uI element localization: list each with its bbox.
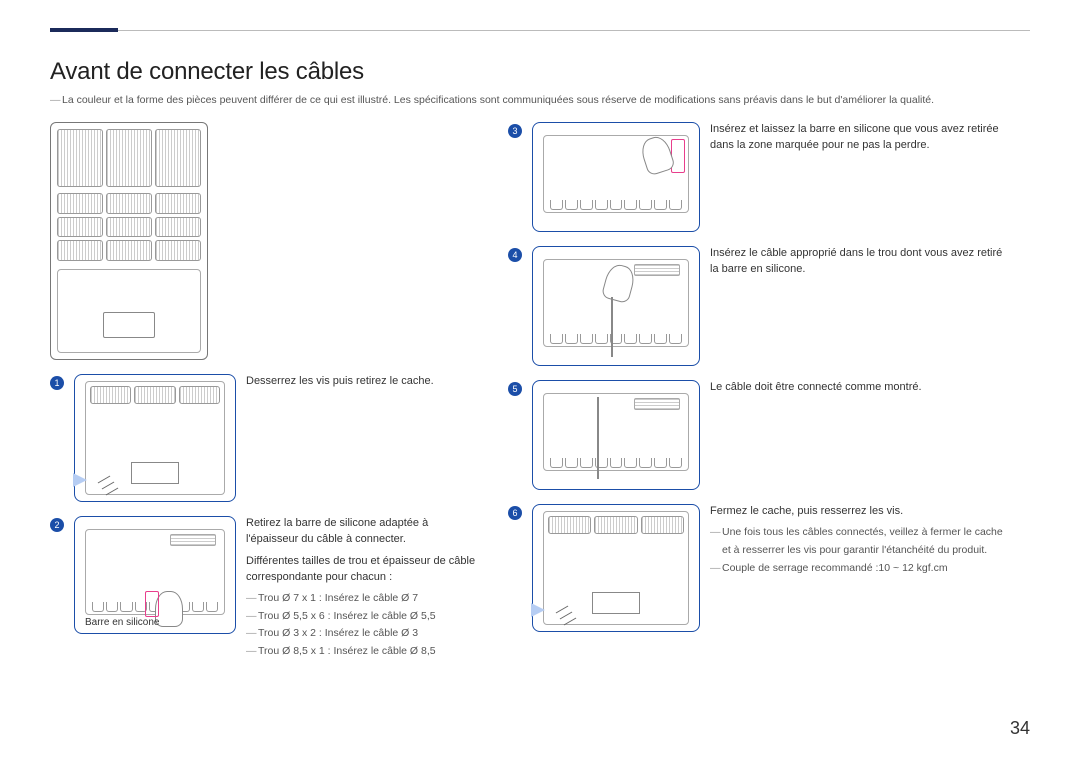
column-right: 3 Insérez et laissez la barre en silicon…: [508, 122, 1008, 675]
intro-note: La couleur et la forme des pièces peuven…: [50, 94, 1030, 106]
note-item: Couple de serrage recommandé :10 ~ 12 kg…: [722, 560, 1008, 578]
screws-icon: [97, 475, 131, 499]
step-5-text: Le câble doit être connecté comme montré…: [710, 380, 922, 396]
step-2-figure: Barre en silicone: [74, 516, 236, 634]
step-1-text: Desserrez les vis puis retirez le cache.: [246, 374, 434, 390]
arrow-icon: [531, 603, 545, 617]
step-2-hole-list: Trou Ø 7 x 1 : Insérez le câble Ø 7 Trou…: [246, 590, 480, 661]
header-rule: [50, 28, 1030, 32]
lower-panel: [57, 269, 201, 353]
highlight-silicone: [145, 591, 159, 617]
silicone-label: Barre en silicone: [85, 617, 159, 628]
column-left: 1 Desserrez les vis puis retirez le cach…: [50, 122, 480, 675]
content-columns: 1 Desserrez les vis puis retirez le cach…: [50, 122, 1030, 675]
step-1: 1 Desserrez les vis puis retirez le cach…: [50, 374, 480, 502]
step-2-line1: Retirez la barre de silicone adaptée à l…: [246, 516, 480, 548]
step-3: 3 Insérez et laissez la barre en silicon…: [508, 122, 1008, 232]
cable-icon: [611, 297, 613, 357]
step-badge-3: 3: [508, 124, 522, 138]
step-4-text: Insérez le câble approprié dans le trou …: [710, 246, 1008, 278]
vent-grid-mid: [57, 193, 201, 261]
step-badge-6: 6: [508, 506, 522, 520]
page-title: Avant de connecter les câbles: [50, 58, 1030, 86]
step-5: 5 Le câble doit être connecté comme mont…: [508, 380, 1008, 490]
step-2-text: Retirez la barre de silicone adaptée à l…: [246, 516, 480, 661]
step-1-figure: [74, 374, 236, 502]
step-6: 6 Fermez le cache, puis resserrez les vi…: [508, 504, 1008, 632]
step-3-figure: [532, 122, 700, 232]
step-6-notes: Une fois tous les câbles connectés, veil…: [710, 524, 1008, 578]
step-3-text: Insérez et laissez la barre en silicone …: [710, 122, 1008, 154]
arrow-icon: [73, 473, 87, 487]
port-box: [103, 312, 155, 338]
step-4-figure: [532, 246, 700, 366]
step-6-figure: [532, 504, 700, 632]
cable-icon: [597, 397, 599, 479]
accent-bar: [50, 28, 118, 32]
header-line: [118, 30, 1030, 31]
step-4: 4 Insérez le câble approprié dans le tro…: [508, 246, 1008, 366]
step-2: 2 Barre en silicone Retirez la barre de …: [50, 516, 480, 661]
vent-grid-top: [57, 129, 201, 187]
step-2-line2: Différentes tailles de trou et épaisseur…: [246, 554, 480, 586]
hole-item: Trou Ø 7 x 1 : Insérez le câble Ø 7: [258, 590, 480, 608]
hole-item: Trou Ø 5,5 x 6 : Insérez le câble Ø 5,5: [258, 608, 480, 626]
step-badge-5: 5: [508, 382, 522, 396]
step-6-main: Fermez le cache, puis resserrez les vis.: [710, 504, 1008, 520]
step-badge-4: 4: [508, 248, 522, 262]
step-6-text: Fermez le cache, puis resserrez les vis.…: [710, 504, 1008, 577]
note-item: Une fois tous les câbles connectés, veil…: [722, 524, 1008, 560]
step-badge-2: 2: [50, 518, 64, 532]
highlight-storage: [671, 139, 685, 173]
screws-icon: [555, 605, 589, 629]
page-number: 34: [1010, 718, 1030, 739]
step-5-figure: [532, 380, 700, 490]
step-badge-1: 1: [50, 376, 64, 390]
hole-item: Trou Ø 3 x 2 : Insérez le câble Ø 3: [258, 625, 480, 643]
hole-item: Trou Ø 8,5 x 1 : Insérez le câble Ø 8,5: [258, 643, 480, 661]
overview-figure: [50, 122, 208, 360]
